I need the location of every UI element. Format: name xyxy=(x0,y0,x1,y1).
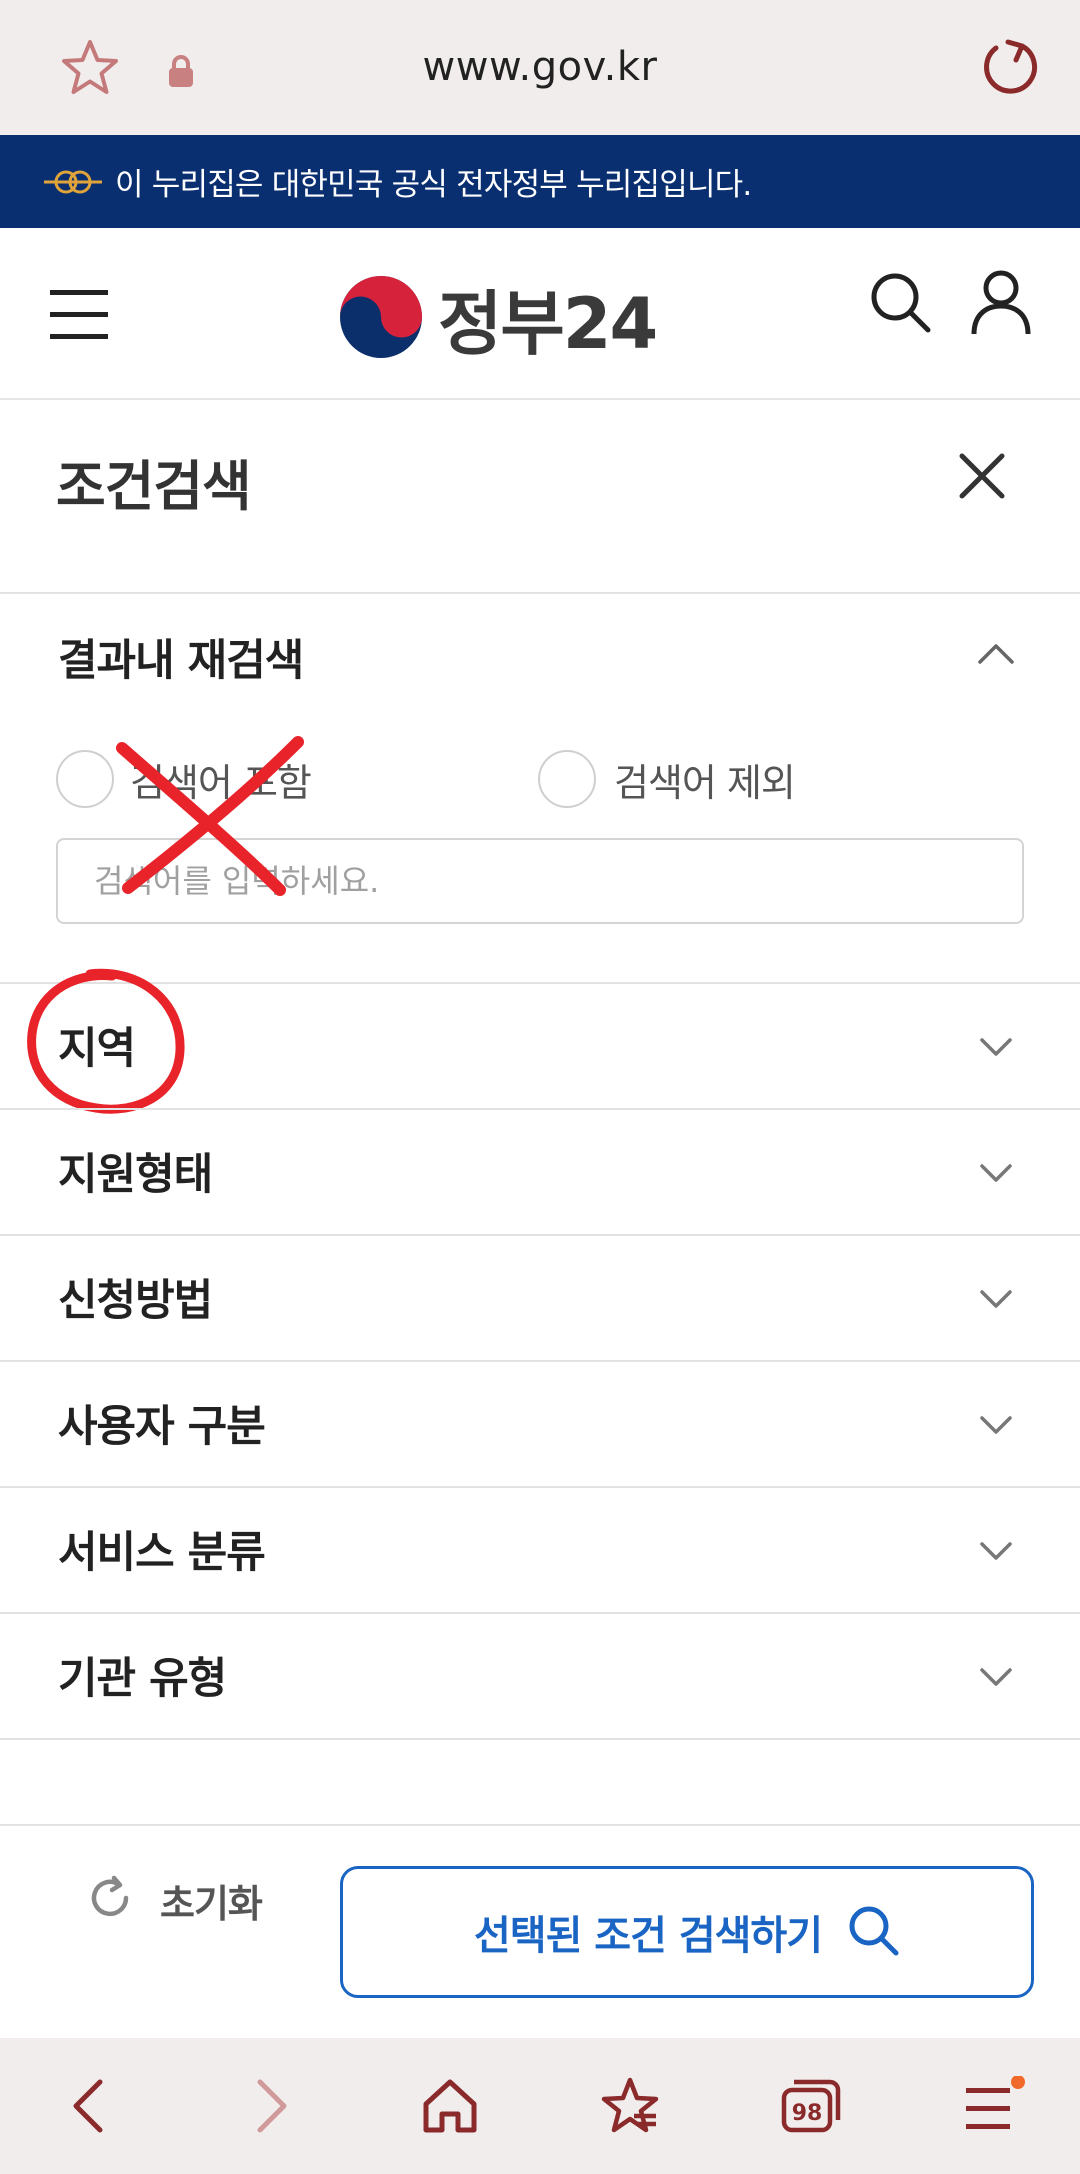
divider xyxy=(0,592,1080,594)
divider xyxy=(0,1234,1080,1236)
chevron-down-icon[interactable] xyxy=(976,1656,1016,1700)
user-icon[interactable] xyxy=(970,270,1032,340)
chevron-down-icon[interactable] xyxy=(976,1530,1016,1574)
reset-icon xyxy=(84,1872,136,1928)
site-logo[interactable]: 정부24 xyxy=(338,268,658,369)
browser-address-bar: www.gov.kr xyxy=(0,0,1080,135)
search-icon xyxy=(846,1903,900,1961)
refine-section-heading[interactable]: 결과내 재검색 xyxy=(58,626,304,688)
tabs-icon[interactable]: 98 xyxy=(780,2076,842,2140)
gov-banner-text: 이 누리집은 대한민국 공식 전자정부 누리집입니다. xyxy=(115,167,752,203)
reload-icon[interactable] xyxy=(978,36,1040,102)
divider xyxy=(0,1486,1080,1488)
chevron-down-icon[interactable] xyxy=(976,1278,1016,1322)
tab-count: 98 xyxy=(792,2101,823,2126)
chevron-down-icon[interactable] xyxy=(976,1152,1016,1196)
forward-icon[interactable] xyxy=(250,2076,294,2140)
chevron-down-icon[interactable] xyxy=(976,1404,1016,1448)
divider xyxy=(0,1360,1080,1362)
include-keyword-label[interactable]: 검색어 포함 xyxy=(130,752,312,807)
gov-official-banner: 이 누리집은 대한민국 공식 전자정부 누리집입니다. xyxy=(0,135,1080,228)
divider xyxy=(0,1738,1080,1740)
submit-search-label: 선택된 조건 검색하기 xyxy=(473,1913,823,1959)
close-icon[interactable] xyxy=(958,452,1006,504)
filter-region[interactable]: 지역 xyxy=(58,1014,136,1076)
condition-search-sheet: 조건검색 결과내 재검색 검색어 포함 검색어 제외 지역 지원형태 신청방법 … xyxy=(0,398,1080,2038)
filter-user-type[interactable]: 사용자 구분 xyxy=(58,1392,266,1454)
divider xyxy=(0,982,1080,984)
home-icon[interactable] xyxy=(420,2076,480,2140)
include-keyword-radio[interactable] xyxy=(56,750,114,808)
exclude-keyword-label[interactable]: 검색어 제외 xyxy=(614,752,796,807)
keyword-input[interactable] xyxy=(56,838,1024,924)
reset-label: 초기화 xyxy=(160,1881,263,1926)
hamburger-menu-icon[interactable] xyxy=(50,288,110,346)
site-name: 정부24 xyxy=(438,283,658,365)
chevron-up-icon[interactable] xyxy=(976,634,1016,678)
submit-search-button[interactable]: 선택된 조건 검색하기 xyxy=(340,1866,1034,1998)
chevron-down-icon[interactable] xyxy=(976,1026,1016,1070)
site-header: 정부24 xyxy=(0,228,1080,398)
divider xyxy=(0,1108,1080,1110)
divider xyxy=(0,1612,1080,1614)
browser-bottom-nav: 98 xyxy=(0,2038,1080,2174)
reset-button[interactable]: 초기화 xyxy=(84,1872,263,1928)
filter-agency-type[interactable]: 기관 유형 xyxy=(58,1644,227,1706)
taegeuk-logo-icon xyxy=(338,274,424,364)
bookmarks-icon[interactable] xyxy=(600,2076,660,2140)
filter-service-category[interactable]: 서비스 분류 xyxy=(58,1518,266,1580)
url-text[interactable]: www.gov.kr xyxy=(0,44,1080,90)
back-icon[interactable] xyxy=(66,2076,110,2140)
filter-support-type[interactable]: 지원형태 xyxy=(58,1140,213,1202)
divider xyxy=(0,1824,1080,1826)
korea-gov-emblem-icon xyxy=(42,167,104,201)
exclude-keyword-radio[interactable] xyxy=(538,750,596,808)
sheet-title: 조건검색 xyxy=(56,455,252,518)
search-icon[interactable] xyxy=(868,270,932,338)
browser-menu-icon[interactable] xyxy=(962,2075,1028,2140)
filter-application-method[interactable]: 신청방법 xyxy=(58,1266,213,1328)
